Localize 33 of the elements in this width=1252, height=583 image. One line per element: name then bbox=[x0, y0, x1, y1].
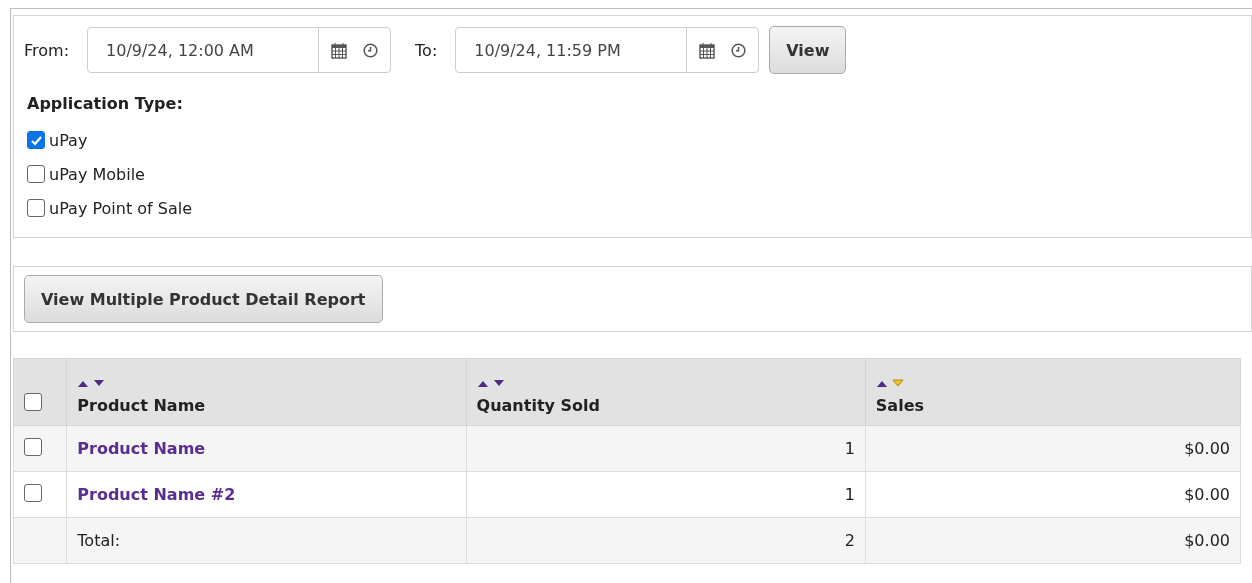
view-button[interactable]: View bbox=[769, 26, 847, 74]
from-date-picker[interactable]: 10/9/24, 12:00 AM bbox=[87, 27, 392, 73]
table-cell: $0.00 bbox=[1184, 485, 1230, 504]
checkbox-label: uPay bbox=[49, 130, 88, 150]
checkbox-label: uPay Mobile bbox=[49, 164, 145, 184]
table-cell: 1 bbox=[844, 485, 855, 504]
clock-icon[interactable] bbox=[731, 42, 747, 58]
row-checkbox[interactable] bbox=[24, 483, 42, 502]
calendar-icon[interactable] bbox=[699, 41, 716, 59]
checkbox[interactable] bbox=[27, 131, 45, 149]
date-input[interactable]: 10/9/24, 11:59 PM bbox=[456, 28, 687, 72]
total-cell: Total: bbox=[77, 531, 121, 550]
checkbox[interactable] bbox=[27, 165, 45, 183]
checkbox-label: uPay Point of Sale bbox=[49, 198, 192, 218]
sort-arrows-icon[interactable] bbox=[875, 378, 906, 388]
total-cell: 2 bbox=[844, 531, 855, 550]
row-checkbox[interactable] bbox=[24, 437, 42, 456]
clock-icon[interactable] bbox=[363, 42, 379, 58]
product-link[interactable]: Product Name #2 bbox=[77, 485, 236, 504]
checkbox[interactable] bbox=[27, 199, 45, 217]
select-all-checkbox[interactable] bbox=[24, 393, 42, 411]
table-cell: $0.00 bbox=[1184, 439, 1230, 458]
sort-arrows-icon[interactable] bbox=[476, 378, 507, 388]
to-label: To: bbox=[415, 40, 438, 60]
calendar-icon[interactable] bbox=[331, 41, 348, 59]
table-cell: 1 bbox=[844, 439, 855, 458]
product-link[interactable]: Product Name bbox=[77, 439, 206, 458]
date-input[interactable]: 10/9/24, 12:00 AM bbox=[88, 28, 319, 72]
from-label: From: bbox=[24, 40, 70, 60]
application-type-label: Application Type: bbox=[27, 94, 184, 113]
to-date-picker[interactable]: 10/9/24, 11:59 PM bbox=[455, 27, 760, 73]
report-button[interactable]: View Multiple Product Detail Report bbox=[24, 275, 383, 323]
total-cell: $0.00 bbox=[1184, 531, 1230, 550]
